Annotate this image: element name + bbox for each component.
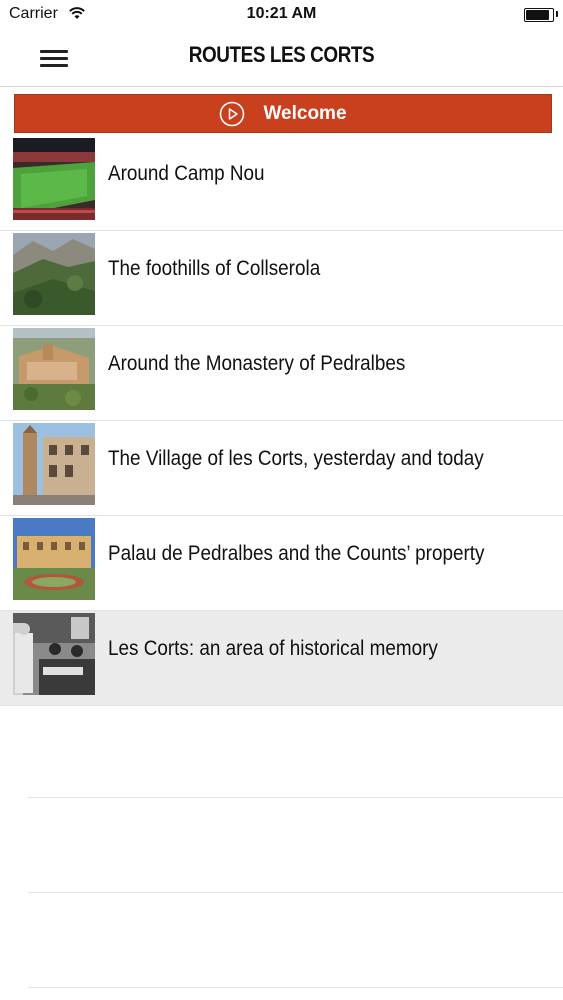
status-bar: Carrier 10:21 AM bbox=[0, 0, 563, 30]
route-item-monastery[interactable]: Around the Monastery of Pedralbes bbox=[0, 326, 563, 421]
welcome-label: Welcome bbox=[263, 102, 347, 124]
page-title: ROUTES LES CORTS bbox=[188, 42, 375, 67]
battery-icon bbox=[524, 8, 554, 22]
historical-bw-photo bbox=[13, 613, 95, 695]
welcome-button[interactable]: Welcome bbox=[14, 94, 552, 133]
route-title: The Village of les Corts, yesterday and … bbox=[108, 447, 484, 470]
stadium-photo bbox=[13, 138, 95, 220]
empty-row-separator bbox=[28, 892, 563, 893]
empty-row-separator bbox=[28, 987, 563, 988]
route-title: Around the Monastery of Pedralbes bbox=[108, 352, 406, 375]
route-title: The foothills of Collserola bbox=[108, 257, 321, 280]
play-circle-icon bbox=[220, 101, 245, 126]
route-title: Les Corts: an area of historical memory bbox=[108, 637, 438, 660]
village-street-photo bbox=[13, 423, 95, 505]
route-title: Palau de Pedralbes and the Counts’ prope… bbox=[108, 542, 485, 565]
route-title: Around Camp Nou bbox=[108, 162, 265, 185]
battery-fill bbox=[526, 10, 549, 20]
clock: 10:21 AM bbox=[246, 5, 317, 22]
hills-photo bbox=[13, 233, 95, 315]
route-item-camp-nou[interactable]: Around Camp Nou bbox=[0, 136, 563, 231]
palace-photo bbox=[13, 518, 95, 600]
monastery-photo bbox=[13, 328, 95, 410]
route-item-collserola[interactable]: The foothills of Collserola bbox=[0, 231, 563, 326]
route-item-historical-memory[interactable]: Les Corts: an area of historical memory bbox=[0, 611, 563, 706]
route-item-village[interactable]: The Village of les Corts, yesterday and … bbox=[0, 421, 563, 516]
route-list: Around Camp Nou The foothills of Collser… bbox=[0, 136, 563, 706]
nav-bar: ROUTES LES CORTS bbox=[0, 30, 563, 87]
empty-row-separator bbox=[28, 797, 563, 798]
battery-nub bbox=[556, 11, 558, 17]
route-item-palau[interactable]: Palau de Pedralbes and the Counts’ prope… bbox=[0, 516, 563, 611]
